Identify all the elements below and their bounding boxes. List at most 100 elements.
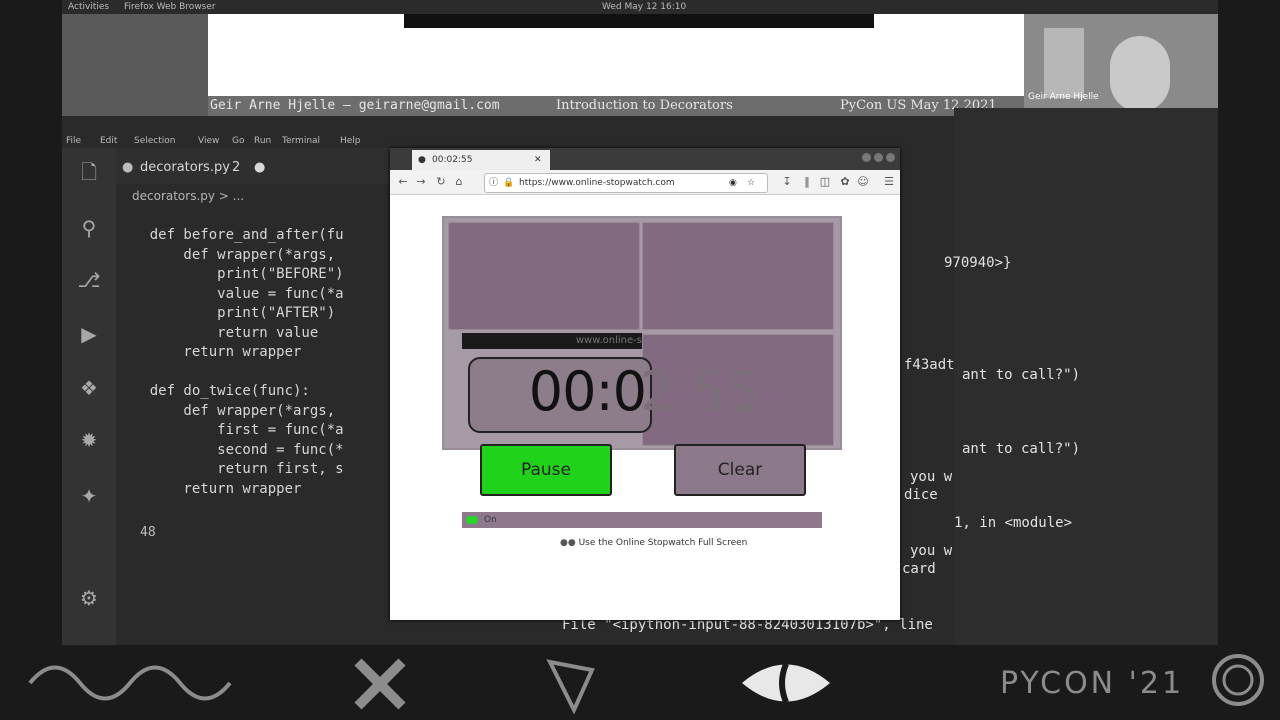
- status-led-icon: [466, 516, 478, 524]
- debug-icon[interactable]: ✹: [77, 428, 101, 452]
- terminal-line: you w: [910, 543, 953, 559]
- cross-icon: [354, 658, 406, 710]
- tab-modified-dot-icon[interactable]: ●: [254, 156, 265, 180]
- close-window-button[interactable]: [886, 153, 895, 162]
- triangle-icon: [546, 659, 595, 714]
- back-icon[interactable]: ←: [396, 174, 410, 190]
- python-file-icon: ●: [122, 160, 134, 175]
- webcam-name: Geir Arne Hjelle: [1028, 92, 1099, 102]
- code-line: def wrapper(*args,: [116, 402, 336, 419]
- webcam-video: Geir Arne Hjelle: [1024, 14, 1218, 108]
- breadcrumb[interactable]: decorators.py > ...: [132, 186, 332, 206]
- slide-title: Introduction to Decorators: [556, 98, 733, 113]
- code-line: value = func(*a: [116, 285, 344, 302]
- lock-icon: 🔒: [503, 178, 515, 188]
- url-text: https://www.online-stopwatch.com: [519, 178, 675, 188]
- menu-item-run[interactable]: Run: [254, 134, 271, 148]
- remote-icon[interactable]: ❖: [77, 376, 101, 400]
- maximize-button[interactable]: [874, 153, 883, 162]
- clock[interactable]: Wed May 12 16:10: [602, 0, 686, 14]
- reload-icon[interactable]: ↻: [434, 174, 448, 190]
- alarm-bar[interactable]: [462, 512, 822, 528]
- code-line: first = func(*a: [116, 422, 344, 438]
- vscode-menu-bar: File Edit Selection View Go Run Terminal Help: [62, 134, 392, 148]
- slide-author: Geir Arne Hjelle — geirarne@gmail.com: [210, 98, 500, 113]
- tab-label: decorators.py: [140, 160, 230, 175]
- account-icon[interactable]: ☺: [856, 174, 870, 190]
- terminal-line: f43adt: [904, 357, 955, 373]
- menu-item-file[interactable]: File: [66, 134, 81, 148]
- elapsed-time-rest: 2.55: [640, 360, 761, 423]
- fullscreen-link-text: Use the Online Stopwatch Full Screen: [578, 538, 748, 548]
- close-tab-icon[interactable]: ✕: [534, 150, 542, 170]
- terminal-line: 970940>}: [944, 255, 1012, 271]
- code-line: print("AFTER"): [116, 305, 336, 321]
- run-icon[interactable]: ▶: [77, 322, 101, 346]
- terminal-line: dice: [904, 487, 938, 503]
- menu-item-terminal[interactable]: Terminal: [282, 134, 320, 148]
- pycon-logo-text: PYCON '21: [1000, 666, 1185, 701]
- browser-tab[interactable]: ● 00:02:55 ✕: [412, 150, 550, 170]
- tab-badge: 2: [232, 160, 241, 175]
- stopwatch-quadrant: [448, 222, 640, 330]
- url-bar[interactable]: ⓘ 🔒 https://www.online-stopwatch.com ◉ ☆: [484, 173, 768, 193]
- explorer-icon[interactable]: 🗋: [77, 160, 101, 184]
- terminal-line: ant to call?"): [962, 441, 1081, 457]
- site-label: www.online-s: [462, 333, 642, 349]
- menu-item-edit[interactable]: Edit: [100, 134, 117, 148]
- hamburger-menu-icon[interactable]: ☰: [882, 174, 896, 190]
- code-line: def do_twice(func):: [116, 383, 310, 399]
- stopwatch-logo-icon: ●●: [560, 538, 576, 548]
- code-line: return wrapper: [116, 344, 302, 360]
- extension-icon[interactable]: ✿: [838, 174, 852, 190]
- pycon-ring-icon: [1212, 654, 1264, 706]
- library-icon[interactable]: ‖: [800, 174, 814, 190]
- line-number: 48: [140, 525, 156, 540]
- home-icon[interactable]: ⌂: [452, 174, 466, 190]
- terminal-line: ant to call?"): [962, 367, 1081, 383]
- status-text: On: [484, 515, 497, 525]
- slide-footer: Geir Arne Hjelle — geirarne@gmail.com In…: [208, 96, 1024, 116]
- code-line: def wrapper(*args,: [116, 246, 336, 263]
- downloads-icon[interactable]: ↧: [780, 174, 794, 190]
- settings-gear-icon[interactable]: ⚙: [77, 586, 101, 610]
- top-bar: Activities Firefox Web Browser Wed May 1…: [62, 0, 1218, 14]
- clear-button[interactable]: Clear: [674, 444, 806, 496]
- menu-item-view[interactable]: View: [198, 134, 219, 148]
- terminal-line: 1, in <module>: [954, 515, 1073, 531]
- eye-icon: [742, 662, 830, 704]
- code-line: second = func(*: [116, 441, 344, 458]
- code-line: def before_and_after(fu: [116, 227, 344, 243]
- wave-icon: [28, 665, 232, 701]
- firefox-app-menu[interactable]: Firefox Web Browser: [124, 0, 216, 14]
- extensions-icon[interactable]: ✦: [77, 484, 101, 508]
- terminal-line: card: [902, 561, 936, 577]
- minimize-button[interactable]: [862, 153, 871, 162]
- webcam-shelf: [1044, 28, 1084, 98]
- menu-item-help[interactable]: Help: [340, 134, 361, 148]
- activities-menu[interactable]: Activities: [68, 0, 109, 14]
- fullscreen-link[interactable]: ●● Use the Online Stopwatch Full Screen: [560, 536, 747, 550]
- code-line: return value: [116, 324, 319, 341]
- sidebar-icon[interactable]: ◫: [818, 174, 832, 190]
- bookmark-star-icon[interactable]: ☆: [747, 174, 755, 192]
- code-line: return first, s: [116, 461, 344, 477]
- pause-button[interactable]: Pause: [480, 444, 612, 496]
- activity-bar: 🗋 ⚲ ⎇ ▶ ❖ ✹ ✦ ⚙: [62, 148, 116, 645]
- search-icon[interactable]: ⚲: [77, 216, 101, 240]
- menu-item-selection[interactable]: Selection: [134, 134, 175, 148]
- tab-favicon-icon: ●: [418, 155, 426, 165]
- pocket-icon[interactable]: ◉: [729, 174, 737, 192]
- elapsed-time: 00:0: [528, 360, 646, 423]
- slide-top-bar: [404, 14, 874, 28]
- forward-icon[interactable]: →: [414, 174, 428, 190]
- browser-tab-title: 00:02:55: [432, 155, 473, 165]
- stopwatch-quadrant: [642, 222, 834, 330]
- code-line: print("BEFORE"): [116, 266, 344, 282]
- terminal-line: you w: [910, 469, 953, 485]
- tab-decorators-py[interactable]: ● decorators.py 2 ●: [116, 156, 266, 180]
- source-control-icon[interactable]: ⎇: [77, 268, 101, 292]
- menu-item-go[interactable]: Go: [232, 134, 244, 148]
- info-icon[interactable]: ⓘ: [489, 174, 498, 192]
